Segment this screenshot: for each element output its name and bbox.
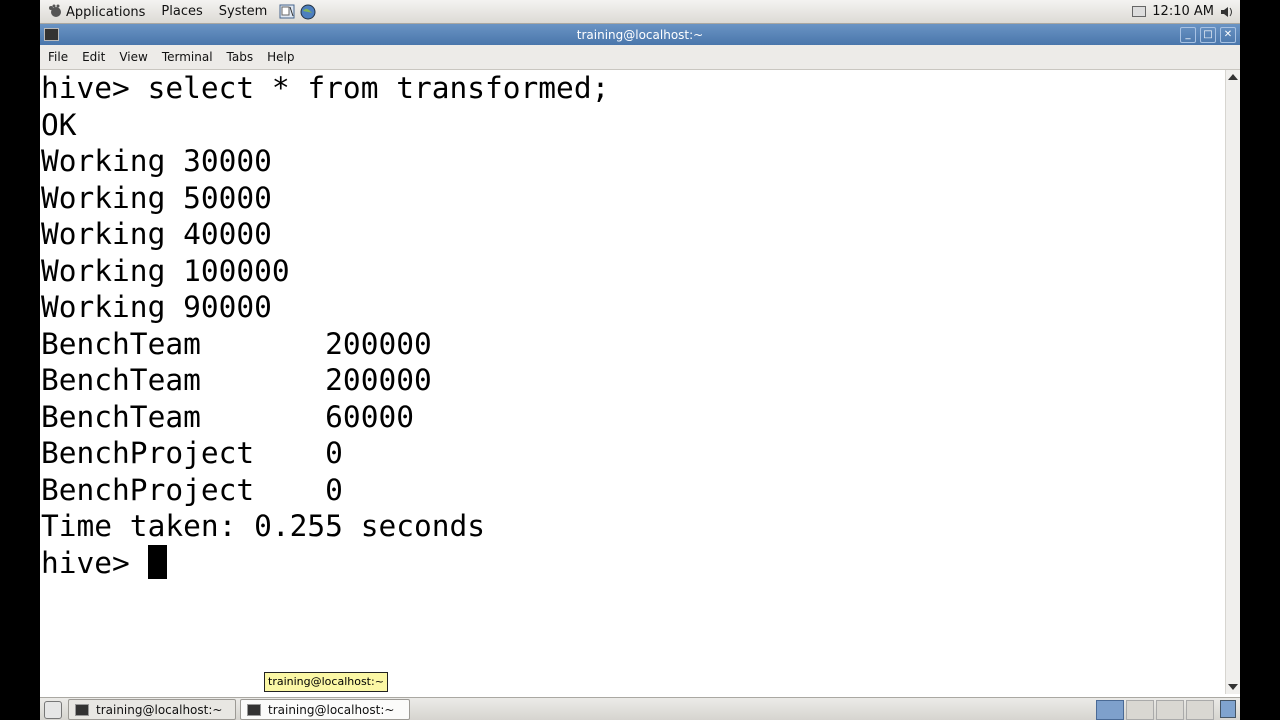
applications-menu[interactable]: Applications [40, 4, 153, 20]
terminal-task-icon [75, 703, 89, 716]
taskbar-button-label: training@localhost:~ [96, 702, 223, 717]
web-browser-launcher-icon[interactable] [299, 3, 317, 20]
volume-icon[interactable] [1220, 5, 1234, 19]
system-menu[interactable]: System [211, 4, 275, 19]
workspace-4[interactable] [1186, 699, 1214, 720]
close-icon[interactable]: ✕ [1220, 26, 1236, 43]
prompt-line[interactable]: hive> [40, 545, 609, 582]
menu-tabs[interactable]: Tabs [219, 50, 260, 64]
desktop-screen: Applications Places System 12:10 AM trai… [40, 0, 1240, 720]
terminal-area[interactable]: hive> select * from transformed; OK Work… [40, 70, 1225, 694]
terminal-line: BenchTeam 200000 [41, 326, 432, 361]
taskbar-button-active[interactable]: training@localhost:~ [240, 699, 410, 720]
taskbar-tooltip: training@localhost:~ [264, 672, 388, 692]
terminal-line: BenchTeam 200000 [41, 363, 432, 397]
prompt: hive> [41, 545, 148, 580]
gnome-foot-icon [49, 4, 61, 17]
terminal-line: BenchProject 0 [41, 436, 343, 470]
menu-view[interactable]: View [111, 50, 153, 64]
menu-edit[interactable]: Edit [74, 50, 111, 64]
minimize-icon[interactable]: _ [1180, 26, 1196, 43]
terminal-line: Working 30000 [41, 144, 272, 178]
show-desktop-icon[interactable] [44, 700, 62, 719]
terminal-line: hive> select * from transformed; [41, 71, 610, 105]
scroll-down-arrow-icon[interactable] [1228, 684, 1238, 690]
terminal-line: OK [41, 107, 77, 142]
text-cursor [147, 545, 167, 579]
taskbar-button-label: training@localhost:~ [268, 702, 395, 717]
terminal-line: Working 50000 [41, 180, 272, 215]
terminal-task-icon [247, 703, 261, 716]
workspace-1[interactable] [1096, 699, 1124, 720]
window-title: training@localhost:~ [576, 27, 704, 42]
menu-help[interactable]: Help [259, 50, 300, 64]
taskbar-button[interactable]: training@localhost:~ [68, 699, 236, 720]
terminal-line: BenchProject 0 [41, 472, 343, 507]
terminal-line: BenchTeam 60000 [41, 399, 414, 434]
terminal-line: Working 40000 [41, 217, 272, 251]
terminal-line: Time taken: 0.255 seconds [41, 509, 486, 543]
network-status-icon[interactable] [1132, 6, 1147, 17]
workspace-switcher [1096, 699, 1240, 720]
bottom-panel: training@localhost:~ training@localhost:… [40, 697, 1240, 720]
window-title-bar[interactable]: training@localhost:~ _ □ ✕ [40, 24, 1240, 45]
menu-file[interactable]: File [40, 50, 74, 64]
terminal-menu-bar: File Edit View Terminal Tabs Help [40, 45, 1240, 70]
applications-label: Applications [66, 4, 146, 20]
maximize-icon[interactable]: □ [1200, 26, 1216, 43]
workspace-3[interactable] [1156, 699, 1184, 720]
terminal-line: Working 90000 [41, 290, 272, 324]
vertical-scrollbar[interactable] [1225, 70, 1240, 694]
terminal-line: Working 100000 [41, 253, 290, 288]
places-menu[interactable]: Places [153, 4, 210, 19]
menu-terminal[interactable]: Terminal [154, 50, 219, 64]
workspace-2[interactable] [1126, 699, 1154, 720]
scroll-up-arrow-icon[interactable] [1228, 74, 1238, 80]
top-panel: Applications Places System 12:10 AM [40, 0, 1240, 24]
clock[interactable]: 12:10 AM [1152, 4, 1214, 19]
terminal-window-icon[interactable] [44, 28, 59, 41]
text-editor-launcher-icon[interactable] [278, 3, 296, 20]
trash-icon[interactable] [1220, 699, 1236, 718]
